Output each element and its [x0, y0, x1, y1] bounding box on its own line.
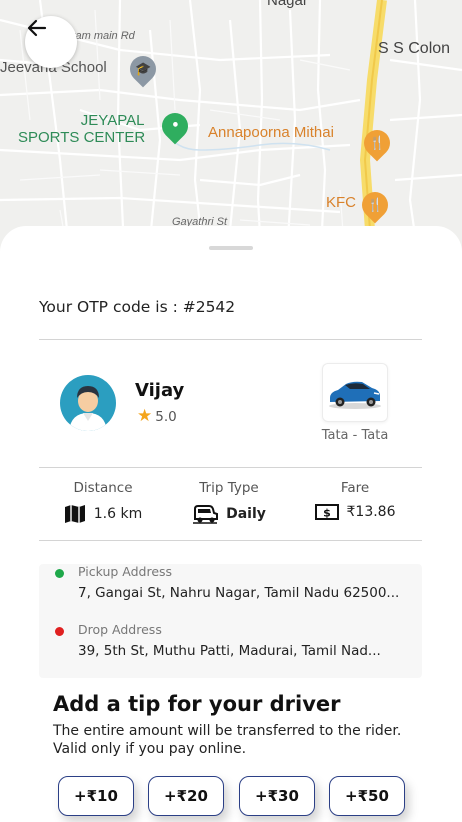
car-name: Tata - Tata [321, 428, 389, 443]
driver-avatar [55, 375, 121, 431]
tip-button-30[interactable]: +₹30 [239, 776, 315, 816]
drag-handle[interactable] [209, 246, 253, 250]
tip-button-10[interactable]: +₹10 [58, 776, 134, 816]
trip-details-sheet: Your OTP code is : #2542 Vijay ★ 5.0 Tat… [0, 226, 462, 822]
tip-description: The entire amount will be transferred to… [53, 723, 402, 757]
drop-address[interactable]: 39, 5th St, Muthu Patti, Madurai, Tamil … [78, 643, 381, 659]
sports-label-line1: JEYAPAL [80, 112, 145, 129]
drop-label: Drop Address [78, 622, 162, 637]
stat-distance: Distance 1.6 km [53, 480, 153, 524]
stat-trip-type: Trip Type Daily [179, 480, 279, 524]
stat-label: Trip Type [199, 480, 259, 496]
stat-label: Fare [340, 480, 370, 496]
tip-options: +₹10 +₹20 +₹30 +₹50 [58, 776, 438, 816]
stat-value-row: $ ₹13.86 [305, 504, 405, 520]
pickup-label: Pickup Address [78, 564, 173, 579]
fare-value: ₹13.86 [346, 504, 396, 520]
address-box: Pickup Address 7, Gangai St, Nahru Nagar… [39, 564, 422, 678]
stat-value-row: Daily [179, 504, 279, 524]
stat-fare: Fare $ ₹13.86 [305, 480, 405, 520]
driver-rating: ★ 5.0 [137, 408, 177, 425]
map-label-sports: JEYAPAL SPORTS CENTER [18, 112, 145, 146]
drop-dot-icon [55, 627, 64, 636]
map-label-colony: S S Colon [378, 40, 451, 57]
back-button[interactable] [25, 16, 77, 68]
divider [39, 467, 422, 468]
driver-name: Vijay [135, 380, 185, 401]
arrow-left-icon [27, 19, 47, 37]
map-label-kfc: KFC [326, 194, 356, 211]
stat-label: Distance [73, 480, 133, 496]
divider [39, 339, 422, 340]
svg-text:$: $ [323, 507, 331, 520]
trip-stats: Distance 1.6 km Trip Type Daily Fare $ ₹… [39, 480, 422, 530]
pickup-address[interactable]: 7, Gangai St, Nahru Nagar, Tamil Nadu 62… [78, 585, 399, 601]
map-label-nagar: Nagar [267, 0, 308, 9]
tip-title: Add a tip for your driver [53, 692, 341, 716]
map-icon [64, 505, 85, 523]
car-icon [329, 381, 381, 409]
distance-value: 1.6 km [93, 506, 143, 522]
map-label-road: yam main Rd [70, 30, 135, 42]
stat-value-row: 1.6 km [53, 504, 153, 524]
otp-text: Your OTP code is : #2542 [39, 298, 236, 316]
pickup-dot-icon [55, 569, 64, 578]
divider [39, 540, 422, 541]
taxi-icon [193, 505, 219, 524]
tip-button-50[interactable]: +₹50 [329, 776, 405, 816]
trip-type-value: Daily [226, 506, 266, 522]
star-icon: ★ [137, 406, 153, 426]
car-image [322, 363, 388, 422]
sports-label-line2: SPORTS CENTER [18, 129, 146, 146]
rating-value: 5.0 [155, 408, 177, 425]
cash-icon: $ [314, 504, 339, 520]
avatar-icon [60, 375, 116, 431]
map-label-restaurant: Annapoorna Mithai [208, 124, 334, 141]
tip-button-20[interactable]: +₹20 [148, 776, 224, 816]
